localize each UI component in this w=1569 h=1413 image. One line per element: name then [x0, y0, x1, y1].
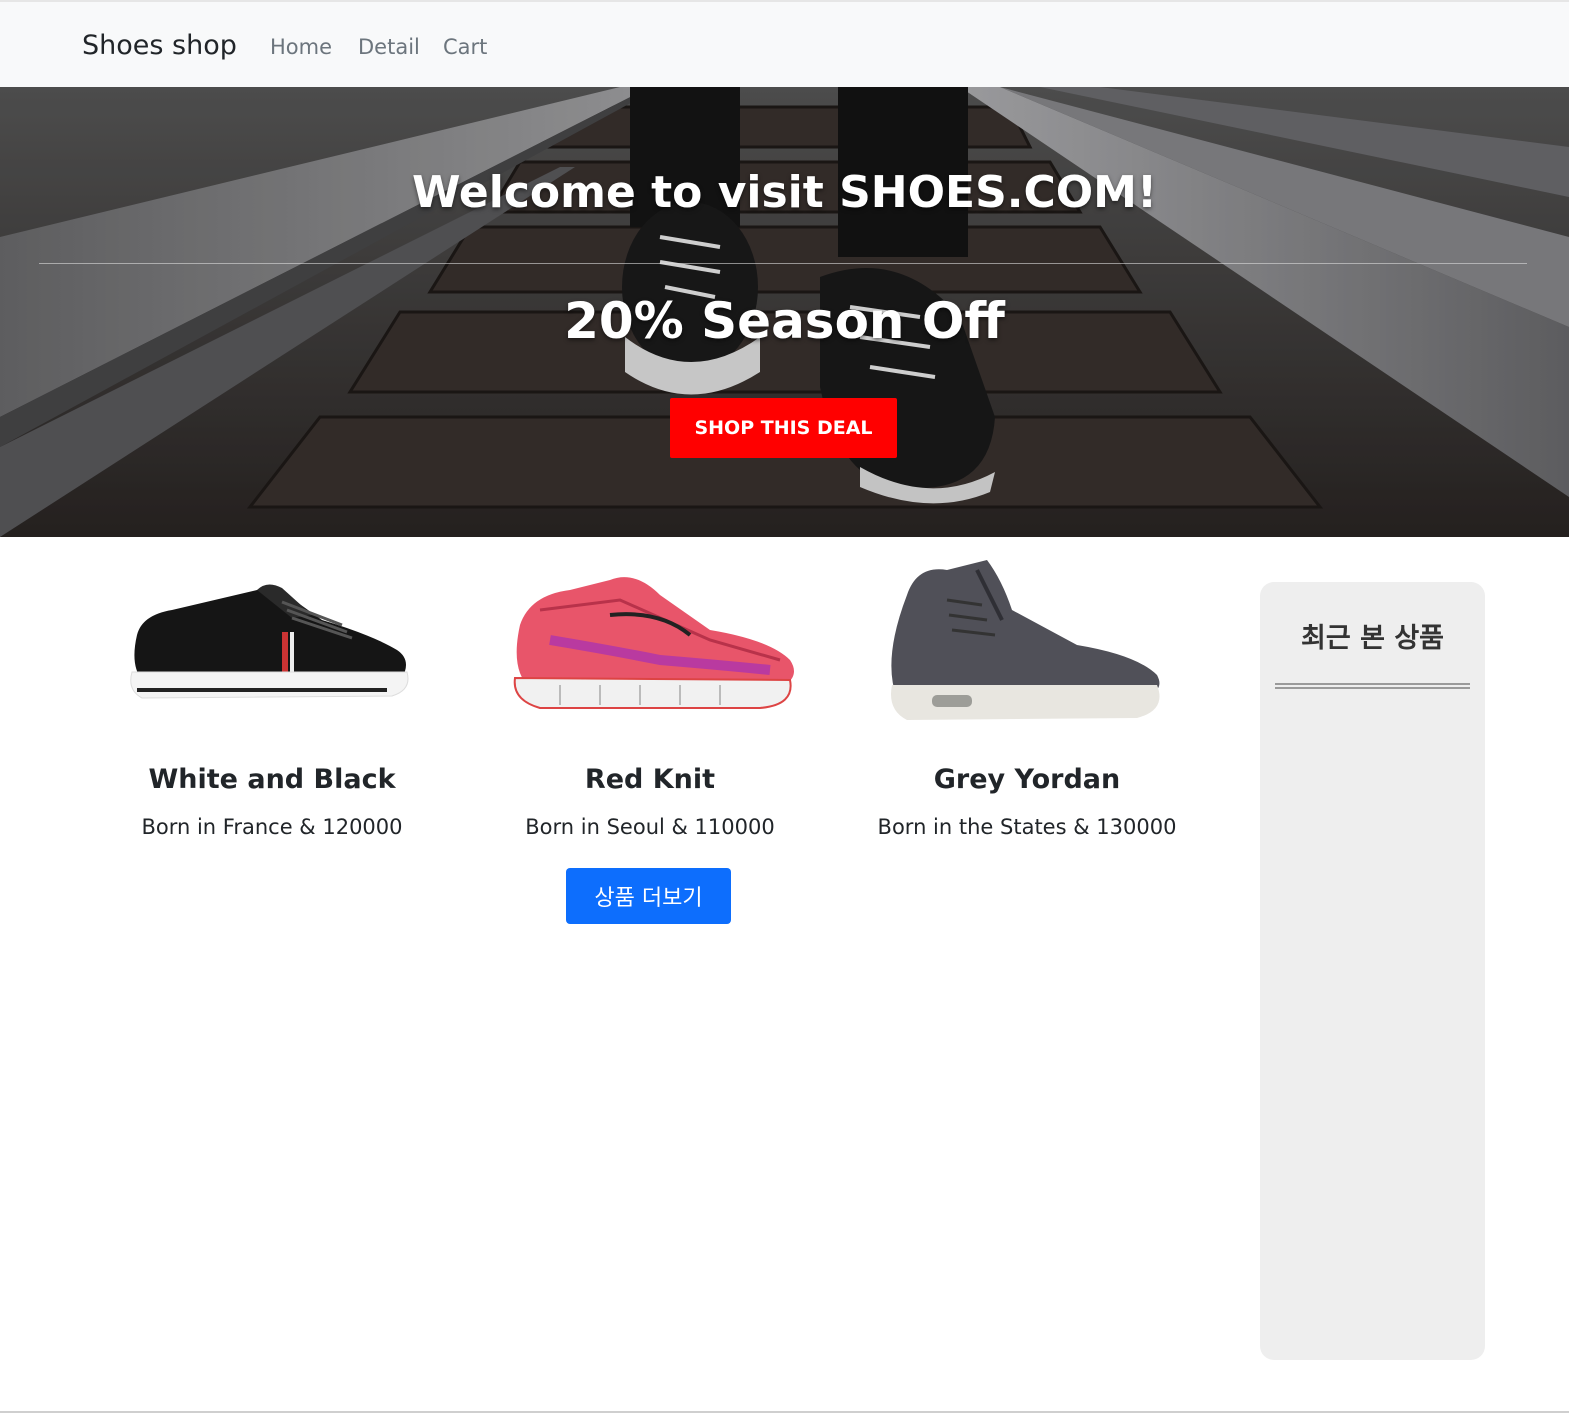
product-name[interactable]: Red Knit [460, 764, 840, 795]
black-sneaker-image[interactable] [82, 540, 462, 740]
hero-title: Welcome to visit SHOES.COM! [411, 167, 1158, 218]
hero-divider [39, 263, 1527, 264]
nav-link-cart[interactable]: Cart [443, 35, 487, 59]
product-description: Born in the States & 130000 [877, 815, 1177, 839]
product-description: Born in Seoul & 110000 [525, 815, 775, 839]
hero-subtitle: 20% Season Off [564, 292, 1005, 350]
nav-link-detail[interactable]: Detail [358, 35, 420, 59]
brand-link[interactable]: Shoes shop [82, 30, 237, 61]
recent-viewed-title: 최근 본 상품 [1301, 623, 1444, 654]
grey-high-top-image[interactable] [837, 540, 1217, 740]
product-name[interactable]: White and Black [82, 764, 462, 795]
recent-viewed-divider [1275, 683, 1470, 689]
shop-this-deal-button[interactable]: SHOP THIS DEAL [670, 398, 897, 458]
product-description: Born in France & 120000 [141, 815, 403, 839]
navbar: Shoes shop Home Detail Cart [0, 0, 1569, 87]
hero-banner: Welcome to visit SHOES.COM! 20% Season O… [0, 87, 1569, 537]
recent-viewed-panel: 최근 본 상품 [1260, 582, 1485, 1360]
load-more-button[interactable]: 상품 더보기 [566, 868, 731, 924]
product-name[interactable]: Grey Yordan [837, 764, 1217, 795]
red-running-shoe-image[interactable] [460, 540, 840, 740]
nav-link-home[interactable]: Home [270, 35, 332, 59]
